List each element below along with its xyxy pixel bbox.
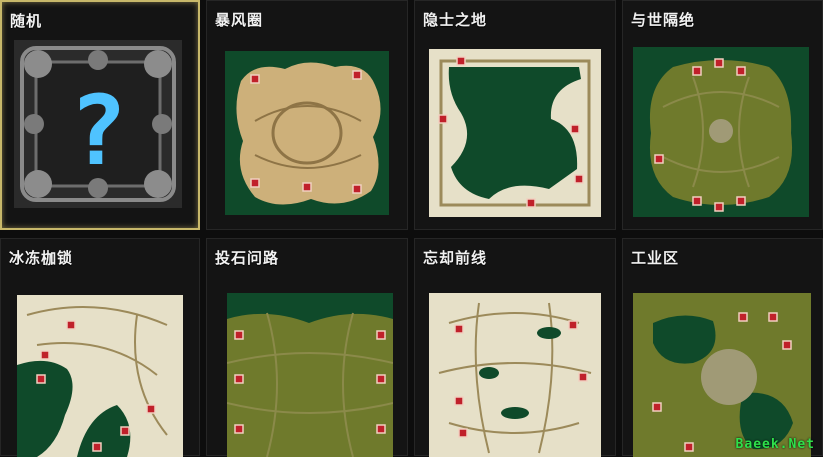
- map-thumbnail: [633, 47, 809, 217]
- map-title: 冰冻枷锁: [9, 249, 74, 267]
- map-selection-grid: 随机 ? 暴风圈 隐士之地 与世隔绝 冰冻枷锁 投石问路 忘却前线 工业区 Ba…: [0, 0, 823, 457]
- map-card-stone-probe[interactable]: 投石问路: [206, 238, 408, 457]
- question-mark-icon: ?: [69, 75, 127, 187]
- map-thumbnail: [429, 49, 601, 217]
- map-card-storm-circle[interactable]: 暴风圈: [206, 0, 408, 230]
- map-card-hermit-land[interactable]: 隐士之地: [414, 0, 616, 230]
- map-card-random[interactable]: 随机 ?: [0, 0, 200, 230]
- map-title: 与世隔绝: [631, 11, 696, 29]
- map-thumbnail: [429, 293, 601, 457]
- watermark: Baeek.Net: [735, 437, 815, 452]
- map-title: 工业区: [631, 249, 680, 267]
- map-thumbnail: [633, 293, 811, 457]
- map-card-industrial-zone[interactable]: 工业区: [622, 238, 823, 457]
- map-thumbnail: [227, 293, 393, 457]
- map-thumbnail: [17, 295, 183, 457]
- map-title: 投石问路: [215, 249, 280, 267]
- map-title: 随机: [10, 12, 43, 30]
- random-map-art: ?: [14, 40, 182, 208]
- map-thumbnail: [225, 51, 389, 215]
- map-title: 忘却前线: [423, 249, 488, 267]
- map-card-frozen-shackles[interactable]: 冰冻枷锁: [0, 238, 200, 457]
- map-title: 暴风圈: [215, 11, 264, 29]
- map-thumbnail-random: ?: [14, 40, 182, 208]
- map-title: 隐士之地: [423, 11, 488, 29]
- map-card-isolated[interactable]: 与世隔绝: [622, 0, 823, 230]
- map-card-forgotten-front[interactable]: 忘却前线: [414, 238, 616, 457]
